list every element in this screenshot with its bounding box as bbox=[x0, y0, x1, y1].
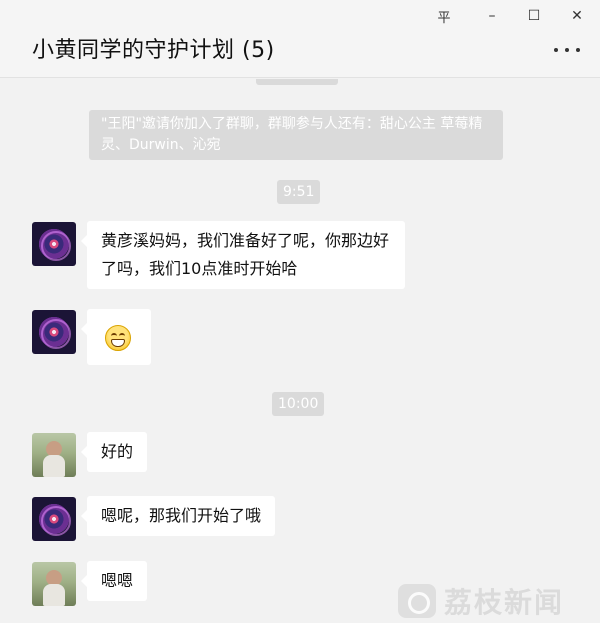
grinning-face-emoji-icon bbox=[105, 324, 131, 351]
more-options-icon[interactable] bbox=[552, 40, 582, 60]
maximize-button[interactable]: ☐ bbox=[520, 4, 548, 28]
message-bubble[interactable]: 嗯呢，那我们开始了哦 bbox=[80, 496, 276, 536]
pin-icon[interactable]: 平 bbox=[430, 4, 458, 28]
message-bubble[interactable]: 嗯嗯 bbox=[80, 561, 148, 601]
message-text: 好的 bbox=[101, 442, 134, 461]
close-button[interactable]: ✕ bbox=[563, 4, 591, 28]
message-bubble[interactable]: 黄彦溪妈妈，我们准备好了呢，你那边好了吗，我们10点准时开始哈 bbox=[81, 221, 405, 289]
message-text: 嗯呢，那我们开始了哦 bbox=[101, 506, 262, 525]
minimize-button[interactable]: – bbox=[478, 4, 506, 28]
timestamp: 10:00 bbox=[272, 392, 325, 416]
galaxy-avatar[interactable] bbox=[32, 310, 76, 354]
watermark: 荔枝新闻 bbox=[398, 578, 564, 623]
galaxy-avatar[interactable] bbox=[32, 497, 76, 541]
person-avatar[interactable] bbox=[32, 433, 76, 477]
message-text: 黄彦溪妈妈，我们准备好了呢，你那边好了吗，我们10点准时开始哈 bbox=[101, 231, 390, 278]
chat-area[interactable]: "王阳"邀请你加入了群聊，群聊参与人还有：甜心公主 草莓精灵、Durwin、沁宛… bbox=[0, 79, 600, 623]
timestamp: 9:51 bbox=[277, 180, 321, 204]
galaxy-avatar[interactable] bbox=[32, 222, 76, 266]
watermark-logo-icon bbox=[398, 583, 436, 618]
person-avatar[interactable] bbox=[32, 562, 76, 606]
message-bubble[interactable]: 好的 bbox=[80, 432, 148, 472]
watermark-text: 荔枝新闻 bbox=[444, 585, 565, 619]
chat-title: 小黄同学的守护计划 (5) bbox=[32, 38, 275, 63]
timestamp-clipped bbox=[256, 79, 338, 85]
system-message: "王阳"邀请你加入了群聊，群聊参与人还有：甜心公主 草莓精灵、Durwin、沁宛 bbox=[89, 110, 503, 160]
message-text: 嗯嗯 bbox=[101, 571, 134, 590]
message-bubble[interactable] bbox=[81, 309, 151, 365]
title-bar: 小黄同学的守护计划 (5) 平 – ☐ ✕ bbox=[0, 0, 600, 78]
